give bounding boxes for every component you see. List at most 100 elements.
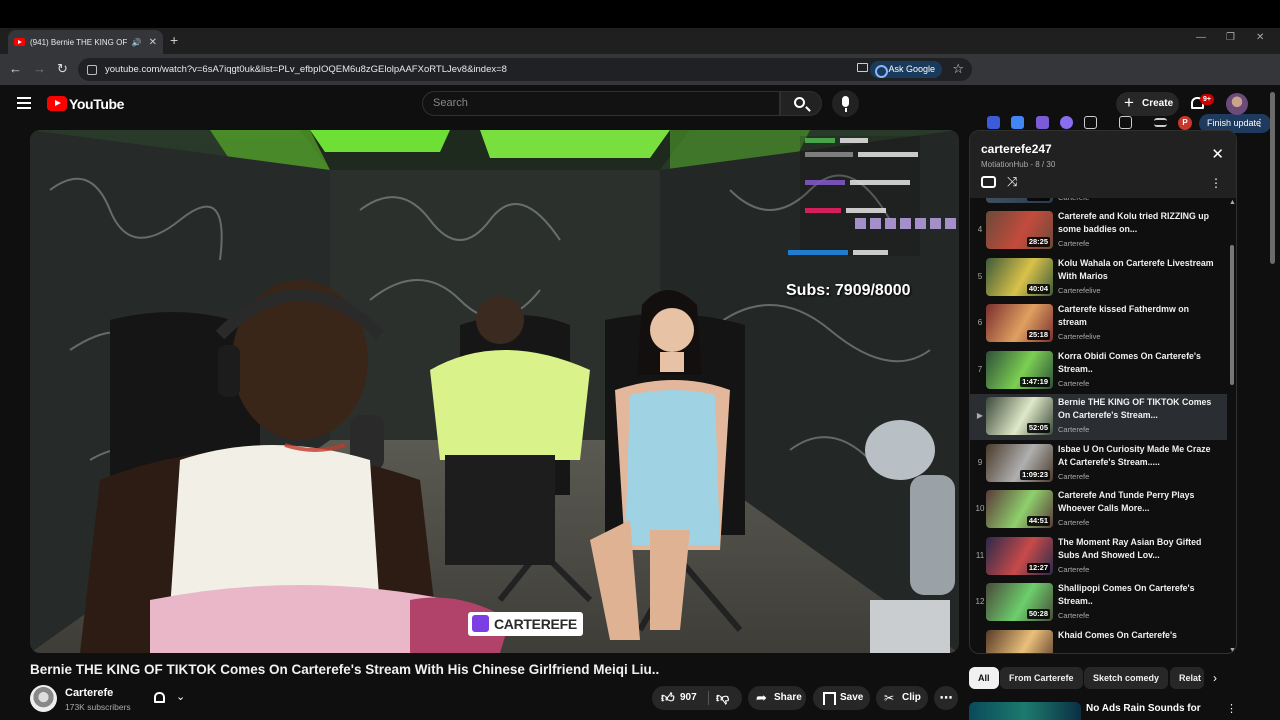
tab-search-icon[interactable] — [1119, 116, 1132, 129]
scrollbar-thumb[interactable] — [1230, 245, 1234, 385]
minimize-icon[interactable]: — — [1196, 32, 1206, 43]
extension-icon-1[interactable] — [987, 116, 1000, 129]
playlist-thumbnail[interactable]: 40:04 — [986, 257, 1053, 296]
recommendation-thumbnail[interactable] — [969, 702, 1081, 720]
extension-icon-4[interactable] — [1060, 116, 1073, 129]
playlist-item-title[interactable]: Carterefe And Tunde Perry Plays Whoever … — [1058, 489, 1220, 515]
hamburger-menu-icon[interactable] — [17, 97, 31, 109]
video-player[interactable]: Subs: 7909/8000 CARTEREFE — [30, 130, 959, 653]
dislike-thumb-icon[interactable]: 👎︎ — [716, 686, 729, 710]
share-button[interactable]: Share — [748, 686, 806, 710]
subscribed-notifications-button[interactable]: ⌄ — [144, 686, 196, 710]
playlist-item-partial[interactable]: 36:20 Carterefe — [970, 198, 1227, 208]
close-playlist-icon[interactable]: ✕ — [1211, 145, 1224, 163]
address-bar[interactable]: youtube.com/watch?v=6sA7iqgt0uk&list=PLv… — [78, 58, 972, 81]
playlist-item-channel: Carterefe — [1058, 564, 1090, 574]
youtube-logo-text[interactable]: YouTube — [69, 96, 124, 112]
recommendation-title[interactable]: No Ads Rain Sounds for — [1086, 703, 1201, 714]
extension-icon-3[interactable] — [1036, 116, 1049, 129]
playlist-item[interactable]: 11 12:27 The Moment Ray Asian Boy Gifted S… — [970, 534, 1227, 580]
playlist-item-title[interactable]: Carterefe kissed Fatherdmw on stream — [1058, 303, 1220, 329]
page-scrollbar-thumb[interactable] — [1270, 92, 1275, 264]
like-thumb-icon[interactable]: 👍︎ — [661, 686, 675, 710]
page-scrollbar[interactable] — [1268, 92, 1276, 272]
playlist-item[interactable]: 6 25:18 Carterefe kissed Fatherdmw on stre… — [970, 301, 1227, 347]
playlist-thumbnail[interactable]: 1:47:19 — [986, 350, 1053, 389]
playlist-item-title[interactable]: Bernie THE KING OF TIKTOK Comes On Carte… — [1058, 396, 1220, 422]
save-button[interactable]: Save — [813, 686, 870, 710]
playlist-thumbnail[interactable]: 52:05 — [986, 397, 1053, 435]
playlist-item[interactable]: Khaid Comes On Carterefe's — [970, 627, 1227, 653]
loop-icon[interactable] — [981, 176, 996, 188]
playlist-item-title[interactable]: Korra Obidi Comes On Carterefe's Stream.… — [1058, 350, 1220, 376]
playlist-item-title[interactable]: Kolu Wahala on Carterefe Livestream With… — [1058, 257, 1220, 283]
youtube-logo-icon[interactable] — [47, 96, 67, 111]
chevron-right-icon[interactable]: › — [1213, 671, 1217, 685]
playlist-position[interactable]: MotiationHub - 8 / 30 — [981, 160, 1055, 169]
install-app-icon[interactable] — [857, 63, 868, 72]
extension-icon-2[interactable] — [1011, 116, 1024, 129]
back-icon[interactable]: ← — [9, 61, 22, 76]
forward-icon[interactable]: → — [33, 61, 46, 76]
browser-profile-avatar[interactable]: P — [1178, 116, 1192, 130]
playlist-thumbnail[interactable]: 36:20 — [986, 198, 1053, 203]
clip-button[interactable]: Clip — [876, 686, 928, 710]
speaker-icon[interactable]: 🔊 — [132, 38, 142, 47]
playlist-item[interactable]: 4 28:25 Carterefe and Kolu tried RIZZING u… — [970, 208, 1227, 254]
chip-all[interactable]: All — [969, 667, 999, 689]
create-button[interactable]: Create — [1116, 91, 1179, 116]
account-avatar[interactable] — [1226, 93, 1248, 115]
playlist-item-title[interactable]: The Moment Ray Asian Boy Gifted Subs And… — [1058, 536, 1220, 562]
playlist-more-icon[interactable]: ⋮ — [1210, 176, 1222, 190]
new-tab-icon[interactable]: + — [170, 32, 178, 48]
scroll-down-icon[interactable]: ▼ — [1229, 647, 1236, 653]
playlist-thumbnail[interactable] — [986, 629, 1053, 653]
playlist-thumbnail[interactable]: 25:18 — [986, 304, 1053, 342]
channel-avatar[interactable] — [30, 685, 57, 712]
playlist-thumbnail[interactable]: 44:51 — [986, 490, 1053, 528]
screen-top-bar — [0, 0, 1280, 28]
video-duration: 1:47:19 — [1020, 376, 1050, 387]
playlist-title[interactable]: carterefe247 — [981, 142, 1052, 156]
ask-google-button[interactable]: Ask Google — [870, 61, 942, 78]
playlist-item-title[interactable]: Carterefe and Kolu tried RIZZING up some… — [1058, 210, 1220, 236]
playlist-item[interactable]: 12 50:28 Shallipopi Comes On Carterefe's S… — [970, 580, 1227, 626]
playlist-item[interactable]: 5 40:04 Kolu Wahala on Carterefe Livestrea… — [970, 255, 1227, 301]
playlist-thumbnail[interactable]: 1:09:23 — [986, 443, 1053, 482]
voice-search-mic-icon[interactable] — [832, 90, 859, 117]
browser-tab-active[interactable]: (941) Bernie THE KING OF T 🔊 ✕ — [8, 30, 163, 54]
bookmark-star-icon[interactable]: ☆ — [952, 61, 964, 77]
playlist-thumbnail[interactable]: 28:25 — [986, 211, 1053, 249]
playlist-item[interactable]: 10 44:51 Carterefe And Tunde Perry Plays W… — [970, 487, 1227, 533]
playlist-item-title[interactable]: Khaid Comes On Carterefe's — [1058, 629, 1220, 642]
shuffle-icon[interactable]: ⤨ — [1007, 174, 1017, 190]
like-count[interactable]: 907 — [680, 686, 697, 710]
playlist-scrollbar[interactable]: ▲ ▼ — [1228, 198, 1236, 653]
extensions-puzzle-icon[interactable] — [1084, 116, 1097, 129]
playlist-item-title[interactable]: Shallipopi Comes On Carterefe's Stream.. — [1058, 582, 1220, 608]
search-input[interactable]: Search — [422, 91, 780, 116]
close-window-icon[interactable]: ✕ — [1256, 32, 1264, 43]
playlist-thumbnail[interactable]: 50:28 — [986, 583, 1053, 621]
browser-toolbar: ← → ↻ youtube.com/watch?v=6sA7iqgt0uk&li… — [0, 54, 1280, 133]
chip-sketch-comedy[interactable]: Sketch comedy — [1084, 667, 1169, 689]
playlist-item[interactable]: 7 1:47:19 Korra Obidi Comes On Carterefe's… — [970, 348, 1227, 394]
playlist-item-current[interactable]: ▶ 52:05 Bernie THE KING OF TIKTOK Comes On… — [970, 394, 1227, 440]
reading-list-icon[interactable] — [1154, 118, 1167, 127]
chip-related[interactable]: Relat — [1170, 667, 1204, 689]
more-actions-icon[interactable]: ⋯ — [934, 686, 958, 710]
playlist-item[interactable]: 9 1:09:23 Isbae U On Curiosity Made Me Cra… — [970, 441, 1227, 487]
recommendation-more-icon[interactable]: ⋮ — [1226, 702, 1237, 715]
playlist-thumbnail[interactable]: 12:27 — [986, 536, 1053, 575]
scroll-up-icon[interactable]: ▲ — [1229, 199, 1236, 206]
playlist-item-title[interactable]: Isbae U On Curiosity Made Me Craze At Ca… — [1058, 443, 1220, 469]
reload-icon[interactable]: ↻ — [57, 61, 68, 77]
chip-from-carterefe[interactable]: From Carterefe — [1000, 667, 1083, 689]
site-info-icon[interactable] — [87, 64, 97, 75]
close-tab-icon[interactable]: ✕ — [149, 37, 157, 48]
channel-name[interactable]: Carterefe — [65, 687, 113, 699]
restore-icon[interactable]: ❐ — [1226, 32, 1235, 43]
search-button[interactable] — [780, 91, 822, 116]
url-text[interactable]: youtube.com/watch?v=6sA7iqgt0uk&list=PLv… — [105, 64, 507, 75]
playlist-item-channel: Carterefe — [1058, 198, 1089, 202]
